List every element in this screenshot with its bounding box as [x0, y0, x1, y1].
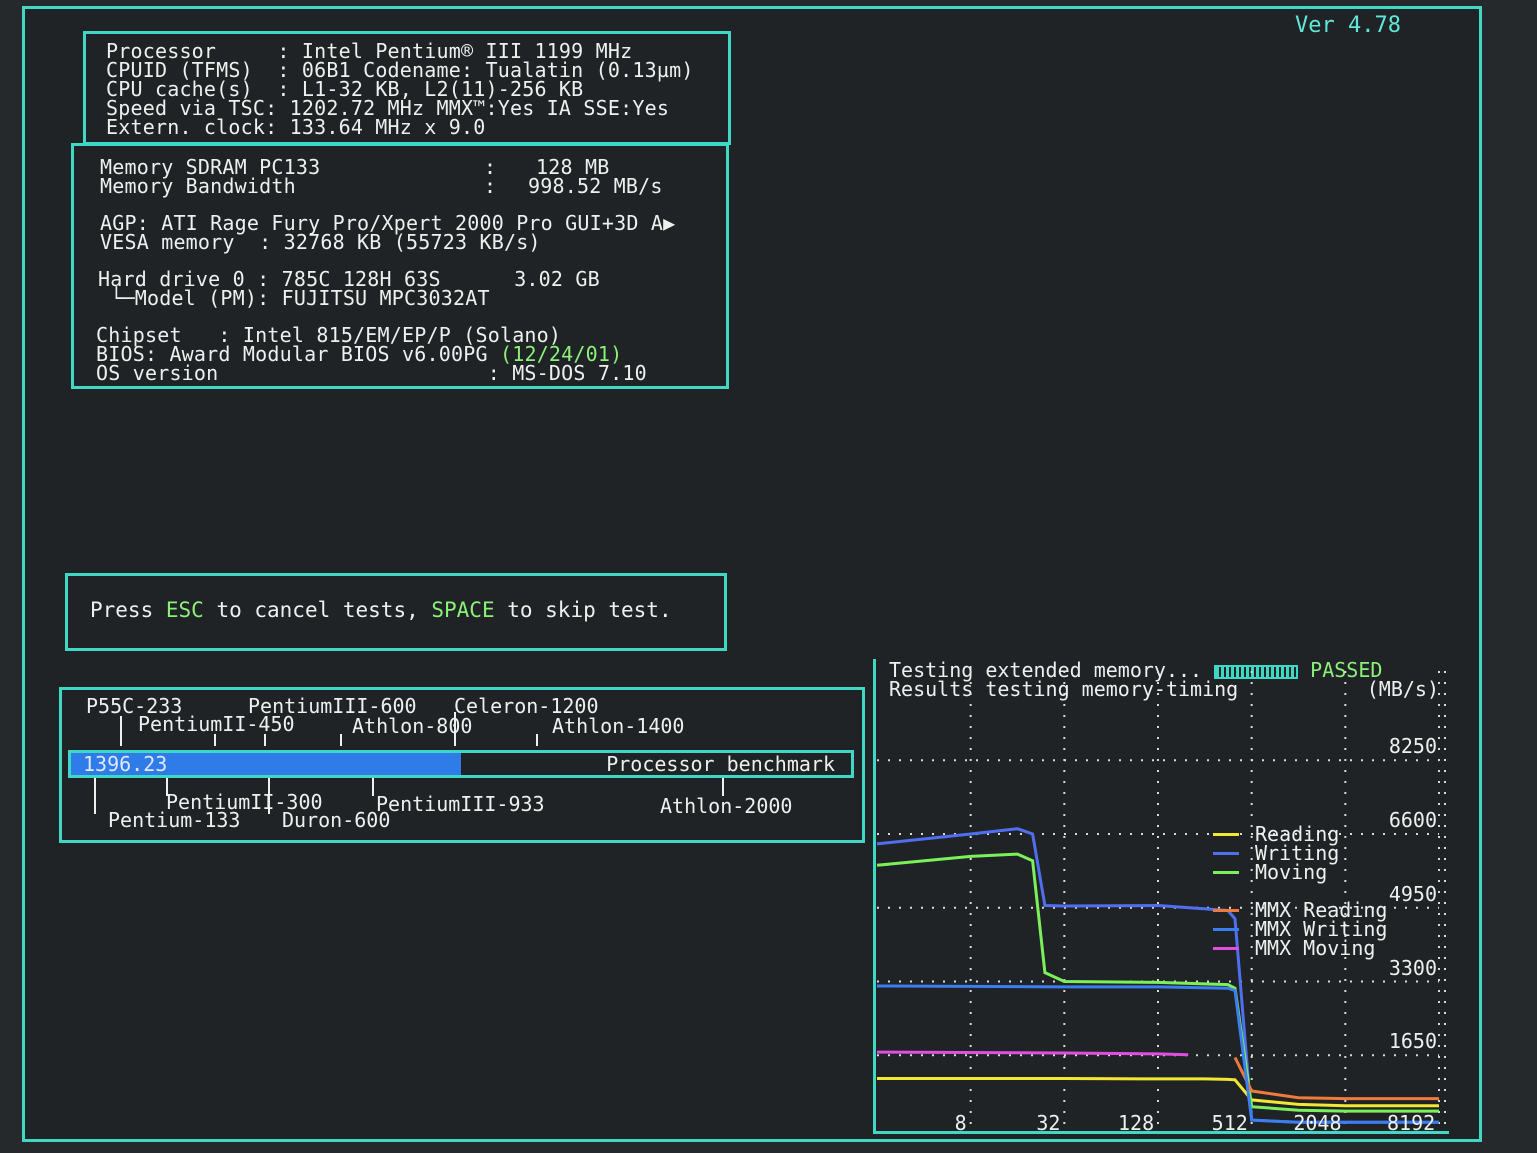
vesa-line: VESA memory : 32768 KB (55723 KB/s) [100, 230, 541, 254]
ref-athlon-2000: Athlon-2000 [660, 794, 793, 818]
dos-screen: Ver 4.78 Processor : Intel Pentium® III … [22, 6, 1482, 1142]
drive-model-line: └─Model (PM): FUJITSU MPC3032AT [98, 286, 490, 310]
version-label: Ver 4.78 [1295, 13, 1401, 38]
legend-moving: Moving [1255, 860, 1328, 884]
x-tick-label: 512 [1211, 1111, 1248, 1135]
series-mmx-reading [1233, 1056, 1439, 1101]
benchmark-panel: P55C-233 PentiumIII-600 Celeron-1200 Pen… [59, 687, 865, 843]
ref-athlon-1400: Athlon-1400 [552, 714, 685, 738]
y-tick-label: 3300 [1388, 955, 1437, 980]
cpu-info-panel: Processor : Intel Pentium® III 1199 MHz … [83, 31, 731, 145]
space-key[interactable]: SPACE [431, 598, 494, 622]
x-tick-label: 2048 [1293, 1111, 1342, 1135]
x-tick-label: 8192 [1387, 1111, 1436, 1135]
legend-mmx-moving-line [1213, 947, 1239, 950]
legend-mmx-writing-line [1213, 928, 1239, 931]
bandwidth-label: Memory Bandwidth [100, 174, 296, 198]
hint-press: Press [90, 598, 166, 622]
legend-moving-line [1213, 871, 1239, 874]
os-version-line: OS version : MS-DOS 7.10 [96, 361, 647, 385]
benchmark-score: 1396.23 [83, 752, 168, 776]
x-tick-label: 128 [1118, 1111, 1155, 1135]
hint-cancel: to cancel tests, [203, 598, 432, 622]
benchmark-title: Processor benchmark [606, 752, 835, 776]
x-tick-label: 32 [1036, 1111, 1061, 1135]
bandwidth-sep: : [484, 174, 497, 198]
bandwidth-value: 998.52 MB/s [528, 174, 663, 198]
legend-mmx-reading-line [1213, 909, 1239, 912]
ext-clock-value: 133.64 MHz x 9.0 [289, 115, 486, 139]
legend-reading-line [1213, 833, 1239, 836]
key-hint-box: Press ESC to cancel tests, SPACE to skip… [65, 573, 727, 651]
y-tick-label: 4950 [1388, 881, 1437, 906]
ref-duron-600: Duron-600 [282, 808, 391, 832]
ext-clock-label: Extern. clock: [106, 115, 278, 139]
ref-pentium3-933: PentiumIII-933 [376, 792, 545, 816]
benchmark-bar-frame: 1396.23 Processor benchmark [68, 750, 854, 778]
legend-mmx-moving: MMX Moving [1255, 936, 1376, 960]
esc-key[interactable]: ESC [166, 598, 204, 622]
graph-canvas [876, 671, 1446, 1129]
memory-graph: Testing extended memory... PASSED Result… [873, 659, 1451, 1135]
ref-pentium2-450: PentiumII-450 [138, 712, 295, 736]
x-tick-label: 8 [954, 1111, 967, 1135]
ref-celeron-1200: Celeron-1200 [454, 694, 599, 718]
ref-pentium-133: Pentium-133 [108, 808, 241, 832]
y-tick-label: 8250 [1388, 734, 1437, 759]
system-info-panel: Memory SDRAM PC133 : 128 MB Memory Bandw… [71, 143, 729, 389]
legend-writing-line [1213, 852, 1239, 855]
y-tick-label: 1650 [1388, 1029, 1437, 1054]
y-tick-label: 6600 [1388, 808, 1437, 833]
hint-skip: to skip test. [494, 598, 672, 622]
